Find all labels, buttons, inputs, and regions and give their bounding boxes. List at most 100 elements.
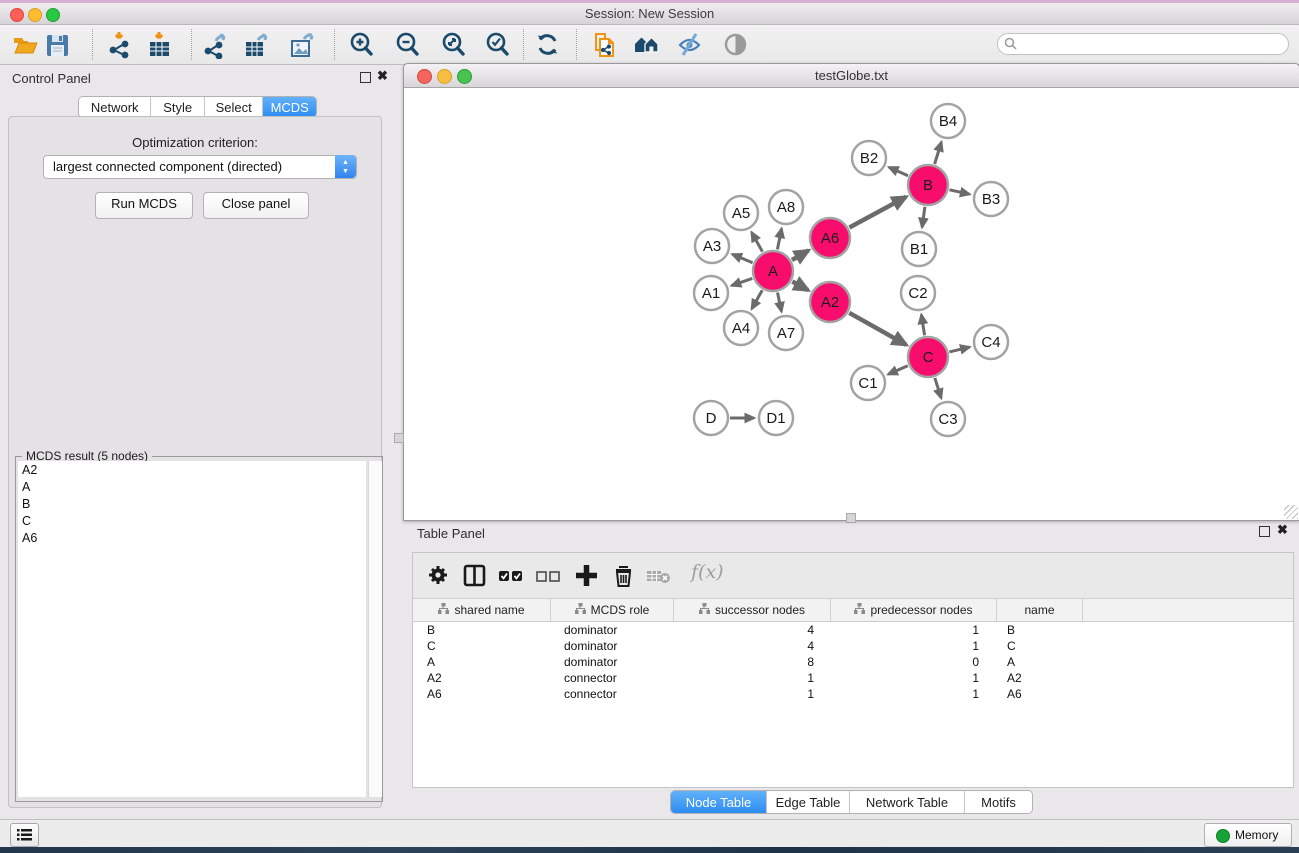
graph-edge-A-A6[interactable] — [792, 251, 808, 261]
graph-node-A4[interactable]: A4 — [724, 311, 758, 345]
show-columns-icon[interactable] — [461, 562, 489, 590]
hide-graphics-details-icon[interactable] — [676, 31, 704, 59]
graph-edge-A-A1[interactable] — [732, 278, 753, 285]
table-cell[interactable]: 4 — [672, 622, 828, 638]
run-mcds-button[interactable]: Run MCDS — [95, 192, 193, 219]
table-row[interactable]: A6connector11A6 — [413, 686, 1293, 702]
open-file-icon[interactable] — [11, 31, 39, 59]
column-header-MCDS-role[interactable]: MCDS role — [551, 599, 674, 621]
graph-edge-C-C4[interactable] — [949, 347, 969, 352]
table-settings-icon[interactable] — [425, 562, 453, 590]
table-cell[interactable]: B — [413, 622, 550, 638]
table-cell[interactable]: connector — [550, 686, 672, 702]
graph-edge-A-A8[interactable] — [777, 229, 781, 250]
graph-node-A7[interactable]: A7 — [769, 316, 803, 350]
table-cell[interactable]: A6 — [993, 686, 1078, 702]
import-network-icon[interactable] — [106, 31, 134, 59]
table-cell[interactable]: 1 — [828, 622, 993, 638]
graph-edge-A-A4[interactable] — [752, 290, 762, 309]
mcds-list-scrollbar[interactable] — [368, 461, 382, 797]
mcds-result-item[interactable]: B — [18, 495, 366, 512]
graph-edge-A-A7[interactable] — [778, 293, 782, 312]
graph-node-B1[interactable]: B1 — [902, 232, 936, 266]
table-cell[interactable]: 4 — [672, 638, 828, 654]
graph-node-A5[interactable]: A5 — [724, 196, 758, 230]
float-panel-icon[interactable] — [360, 72, 372, 84]
graph-node-B3[interactable]: B3 — [974, 182, 1008, 216]
delete-table-icon[interactable] — [645, 562, 673, 590]
graph-node-C1[interactable]: C1 — [851, 366, 885, 400]
zoom-in-icon[interactable] — [348, 31, 376, 59]
graph-edge-A-A3[interactable] — [732, 254, 752, 262]
table-row[interactable]: Adominator80A — [413, 654, 1293, 670]
select-all-columns-icon[interactable] — [497, 562, 525, 590]
export-image-icon[interactable] — [289, 31, 317, 59]
table-cell[interactable]: dominator — [550, 654, 672, 670]
table-cell[interactable]: A6 — [413, 686, 550, 702]
network-overview-icon[interactable] — [633, 31, 661, 59]
import-table-icon[interactable] — [146, 31, 174, 59]
table-cell[interactable]: A — [413, 654, 550, 670]
mcds-result-item[interactable]: C — [18, 512, 366, 529]
network-graph[interactable]: AA1A2A3A4A5A6A7A8BB1B2B3B4CC1C2C3C4DD1 — [405, 88, 1298, 519]
graph-node-B[interactable]: B — [908, 165, 948, 205]
table-cell[interactable]: 1 — [828, 686, 993, 702]
table-cell[interactable]: 1 — [672, 670, 828, 686]
mcds-result-list[interactable]: A2ABCA6 — [18, 461, 366, 797]
table-cell[interactable]: A2 — [413, 670, 550, 686]
tab-edge-table[interactable]: Edge Table — [767, 791, 850, 813]
table-cell[interactable]: connector — [550, 670, 672, 686]
table-row[interactable]: Bdominator41B — [413, 622, 1293, 638]
table-cell[interactable]: 8 — [672, 654, 828, 670]
graph-edge-C-C3[interactable] — [935, 378, 941, 398]
graph-edge-B-B2[interactable] — [889, 167, 908, 176]
export-table-icon[interactable] — [243, 31, 271, 59]
graph-edge-C-C1[interactable] — [888, 366, 908, 375]
table-cell[interactable]: 1 — [828, 670, 993, 686]
graph-edge-A-A2[interactable] — [792, 282, 808, 291]
table-row[interactable]: Cdominator41C — [413, 638, 1293, 654]
graph-node-A8[interactable]: A8 — [769, 190, 803, 224]
network-view-window[interactable]: testGlobe.txt AA1A2A3A4A5A6A7A8BB1B2B3B4… — [403, 63, 1299, 521]
mcds-result-item[interactable]: A6 — [18, 529, 366, 546]
tab-mcds[interactable]: MCDS — [263, 97, 316, 117]
tab-network-table[interactable]: Network Table — [850, 791, 965, 813]
export-network-icon[interactable] — [202, 31, 230, 59]
tab-node-table[interactable]: Node Table — [671, 791, 767, 813]
graph-node-C[interactable]: C — [908, 337, 948, 377]
graph-node-C4[interactable]: C4 — [974, 325, 1008, 359]
app-titlebar[interactable]: Session: New Session — [0, 3, 1299, 25]
vertical-splitter-handle[interactable] — [394, 433, 404, 443]
graph-node-A2[interactable]: A2 — [810, 282, 850, 322]
table-cell[interactable]: 1 — [828, 638, 993, 654]
graph-node-B4[interactable]: B4 — [931, 104, 965, 138]
close-table-panel-icon[interactable]: ✖ — [1277, 524, 1289, 536]
tab-network[interactable]: Network — [79, 97, 151, 117]
graph-edge-A6-B[interactable] — [849, 197, 906, 228]
show-graphics-details-icon[interactable] — [722, 31, 750, 59]
graph-node-D1[interactable]: D1 — [759, 401, 793, 435]
graph-node-A3[interactable]: A3 — [695, 229, 729, 263]
column-header-successor-nodes[interactable]: successor nodes — [674, 599, 831, 621]
column-header-predecessor-nodes[interactable]: predecessor nodes — [831, 599, 997, 621]
close-panel-button[interactable]: Close panel — [203, 192, 309, 219]
table-cell[interactable]: 1 — [672, 686, 828, 702]
float-table-panel-icon[interactable] — [1259, 526, 1271, 538]
refresh-icon[interactable] — [534, 31, 562, 59]
close-panel-icon[interactable]: ✖ — [377, 70, 389, 82]
table-cell[interactable]: C — [413, 638, 550, 654]
graph-node-C3[interactable]: C3 — [931, 402, 965, 436]
zoom-selected-icon[interactable] — [484, 31, 512, 59]
zoom-out-icon[interactable] — [394, 31, 422, 59]
graph-edge-A-A5[interactable] — [752, 232, 763, 251]
table-cell[interactable]: 0 — [828, 654, 993, 670]
save-session-icon[interactable] — [44, 31, 72, 59]
mcds-result-item[interactable]: A2 — [18, 461, 366, 478]
graph-node-D[interactable]: D — [694, 401, 728, 435]
column-header-name[interactable]: name — [997, 599, 1083, 621]
table-cell[interactable]: C — [993, 638, 1078, 654]
memory-button[interactable]: Memory — [1204, 823, 1292, 847]
graph-node-A1[interactable]: A1 — [694, 276, 728, 310]
window-resize-grip[interactable] — [1284, 505, 1298, 519]
table-row[interactable]: A2connector11A2 — [413, 670, 1293, 686]
